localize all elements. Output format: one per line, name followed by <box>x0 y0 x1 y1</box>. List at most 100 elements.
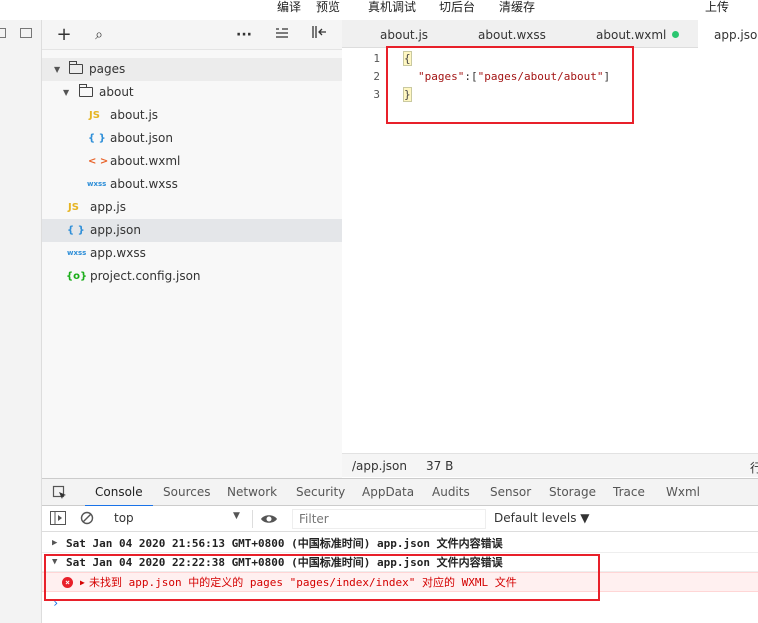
file-tree: ▼ pages ▼ about JS about.js { } about.js… <box>42 58 342 478</box>
json-file-icon: { } <box>67 225 85 236</box>
line-number: 2 <box>373 70 380 83</box>
folder-icon <box>78 84 93 97</box>
code-value: "pages/about/about" <box>477 70 604 83</box>
preview-button[interactable]: 预览 <box>316 0 340 20</box>
expand-arrow-icon[interactable]: ▶ <box>52 534 57 553</box>
devtools-tabbar: Console Sources Network Security AppData… <box>42 478 758 507</box>
file-label: app.wxss <box>90 246 146 260</box>
upload-button[interactable]: 上传 <box>705 0 729 20</box>
error-text: 未找到 app.json 中的定义的 pages "pages/index/in… <box>89 576 517 589</box>
wxml-file-icon: < > <box>88 156 109 167</box>
code-brace: { <box>403 51 412 66</box>
js-file-icon: JS <box>89 110 100 121</box>
collapse-icon[interactable] <box>272 25 292 45</box>
line-number: 1 <box>373 52 380 65</box>
code-line-2: "pages":["pages/about/about"] <box>418 70 610 83</box>
code-end: ] <box>603 70 611 83</box>
file-label: project.config.json <box>90 269 201 283</box>
tab-console[interactable]: Console <box>85 485 153 507</box>
wxss-file-icon: wxss <box>67 249 87 257</box>
file-label: app.js <box>90 200 126 214</box>
js-file-icon: JS <box>68 202 79 213</box>
folder-label: about <box>99 85 134 99</box>
context-select[interactable]: top <box>114 511 134 525</box>
tab-storage[interactable]: Storage <box>549 485 596 499</box>
search-icon[interactable]: ⌕ <box>89 25 109 45</box>
tab-appdata[interactable]: AppData <box>362 485 414 499</box>
tab-about-wxss[interactable]: about.wxss <box>478 20 546 48</box>
background-button[interactable]: 切后台 <box>439 0 475 20</box>
log-text: Sat Jan 04 2020 22:22:38 GMT+0800 (中国标准时… <box>66 556 503 569</box>
tab-sensor[interactable]: Sensor <box>490 485 531 499</box>
file-label: about.wxss <box>110 177 178 191</box>
file-label: about.wxml <box>110 154 181 168</box>
left-activity-strip <box>0 20 42 623</box>
expand-arrow-icon[interactable]: ▼ <box>63 81 69 104</box>
modified-dot-icon <box>672 31 680 38</box>
split-icon[interactable] <box>309 25 329 45</box>
error-entry[interactable]: × ▶ 未找到 app.json 中的定义的 pages "pages/inde… <box>42 572 758 592</box>
sidebar-toggle-icon[interactable] <box>50 511 66 528</box>
tab-sources[interactable]: Sources <box>163 485 210 499</box>
tab-app-json[interactable]: app.json <box>698 20 758 49</box>
folder-pages[interactable]: ▼ pages <box>42 58 342 81</box>
code-brace: } <box>403 87 412 102</box>
config-file-icon: {o} <box>66 271 88 282</box>
folder-icon <box>68 61 83 74</box>
chevron-down-icon[interactable]: ▼ <box>233 511 240 521</box>
file-about-js[interactable]: JS about.js <box>42 104 342 127</box>
top-toolbar: 编译 预览 真机调试 切后台 清缓存 上传 <box>0 0 758 20</box>
error-icon: × <box>62 577 73 588</box>
code-sep: :[ <box>464 70 478 83</box>
panel-icon[interactable] <box>0 28 6 38</box>
file-project-config[interactable]: {o} project.config.json <box>42 265 342 288</box>
line-number: 3 <box>373 88 380 101</box>
tab-network[interactable]: Network <box>227 485 277 499</box>
expand-arrow-icon[interactable]: ▼ <box>54 58 60 81</box>
file-about-wxss[interactable]: wxss about.wxss <box>42 173 342 196</box>
file-app-json[interactable]: { } app.json <box>42 219 342 242</box>
file-label: about.js <box>110 108 159 122</box>
tab-about-wxml[interactable]: about.wxml <box>596 20 680 48</box>
file-app-wxss[interactable]: wxss app.wxss <box>42 242 342 265</box>
console-prompt-icon[interactable]: › <box>52 596 59 610</box>
compile-button[interactable]: 编译 <box>277 0 301 20</box>
more-icon[interactable]: ··· <box>234 25 254 45</box>
code-key: "pages" <box>418 70 465 83</box>
tab-wxml[interactable]: Wxml <box>666 485 700 499</box>
status-line: 行 <box>750 461 758 475</box>
status-size: 37 B <box>426 459 454 473</box>
filter-input[interactable] <box>292 509 486 529</box>
tree-spacer <box>42 50 342 58</box>
window-icon[interactable] <box>20 28 32 38</box>
tab-audits[interactable]: Audits <box>432 485 470 499</box>
clear-cache-button[interactable]: 清缓存 <box>499 0 535 20</box>
divider <box>252 510 253 528</box>
tab-trace[interactable]: Trace <box>613 485 645 499</box>
code-editor[interactable]: 1 2 3 { "pages":["pages/about/about"] } <box>342 48 758 453</box>
folder-about[interactable]: ▼ about <box>42 81 342 104</box>
log-entry[interactable]: ▶ Sat Jan 04 2020 21:56:13 GMT+0800 (中国标… <box>42 534 758 553</box>
file-label: app.json <box>90 223 141 237</box>
levels-dropdown[interactable]: Default levels ▼ <box>494 511 590 525</box>
inspect-icon[interactable] <box>52 485 68 504</box>
json-file-icon: { } <box>88 133 106 144</box>
eye-icon[interactable] <box>260 513 278 528</box>
tab-about-js[interactable]: about.js <box>380 20 428 48</box>
wxss-file-icon: wxss <box>87 180 107 188</box>
add-file-icon[interactable]: + <box>54 25 74 45</box>
console-output: ▶ Sat Jan 04 2020 21:56:13 GMT+0800 (中国标… <box>42 532 758 623</box>
file-about-json[interactable]: { } about.json <box>42 127 342 150</box>
file-tree-toolbar: + ⌕ ··· <box>42 20 342 50</box>
file-app-js[interactable]: JS app.js <box>42 196 342 219</box>
log-entry[interactable]: ▼ Sat Jan 04 2020 22:22:38 GMT+0800 (中国标… <box>42 553 758 572</box>
real-device-debug-button[interactable]: 真机调试 <box>368 0 416 20</box>
file-about-wxml[interactable]: < > about.wxml <box>42 150 342 173</box>
clear-console-icon[interactable] <box>80 511 94 528</box>
status-path: /app.json <box>352 459 407 473</box>
tab-label: about.wxml <box>596 28 667 42</box>
collapse-arrow-icon[interactable]: ▼ <box>52 553 57 572</box>
tab-security[interactable]: Security <box>296 485 345 499</box>
expand-arrow-icon[interactable]: ▶ <box>80 573 85 593</box>
editor-statusbar: /app.json 37 B 行 <box>342 453 758 477</box>
